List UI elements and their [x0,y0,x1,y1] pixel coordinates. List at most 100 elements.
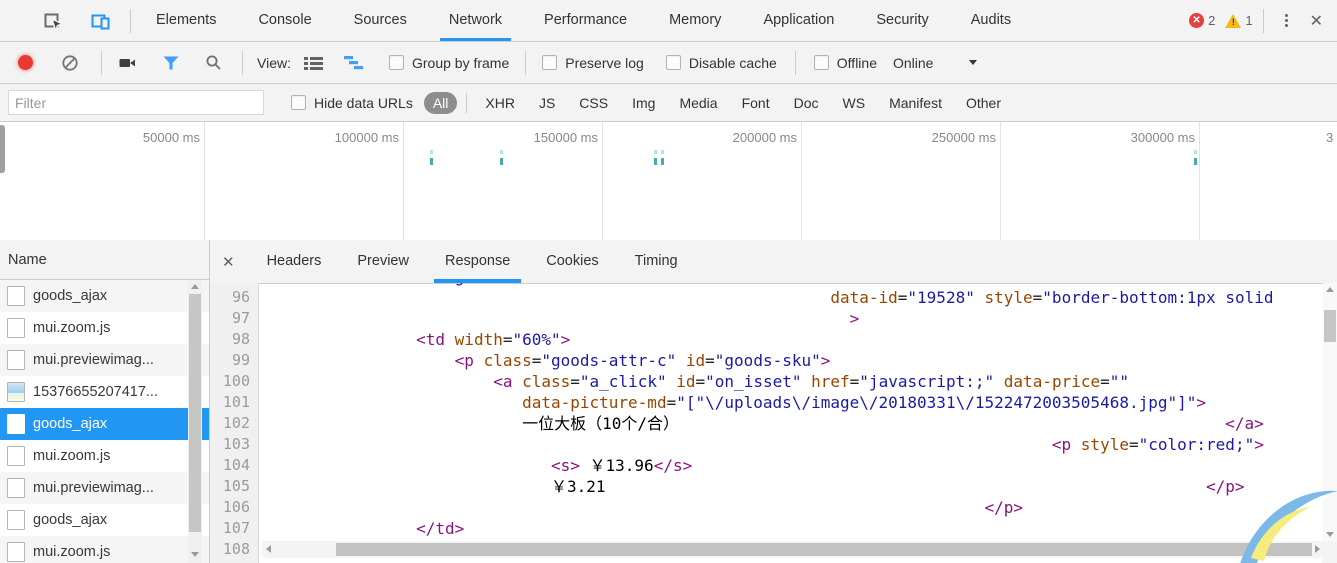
request-row[interactable]: mui.zoom.js [0,536,209,563]
timeline-tick-label: 200000 ms [687,130,797,145]
capture-screenshots-icon[interactable] [112,48,142,78]
request-row[interactable]: mui.previewimag... [0,344,209,376]
request-mark[interactable] [430,150,433,154]
code-token: data-id [830,288,897,307]
overview-scroll-handle[interactable] [0,125,5,173]
request-mark[interactable] [500,158,503,165]
filter-pill-other[interactable]: Other [957,92,1010,114]
inspect-element-icon[interactable] [38,6,68,36]
code-line: 98<td width="60%"> [210,329,1337,350]
network-overview[interactable]: 50000 ms100000 ms150000 ms200000 ms25000… [0,122,1337,241]
tab-network[interactable]: Network [444,0,507,41]
code-horizontal-scrollbar[interactable] [262,541,1322,558]
tab-elements[interactable]: Elements [151,0,221,41]
request-row[interactable]: 15376655207417... [0,376,209,408]
warning-count[interactable]: 1 [1245,13,1252,28]
clear-icon[interactable] [55,48,85,78]
request-row[interactable]: mui.zoom.js [0,440,209,472]
detail-tab-cookies[interactable]: Cookies [540,240,604,283]
tab-sources[interactable]: Sources [349,0,412,41]
line-number: 101 [210,392,250,413]
tab-memory[interactable]: Memory [664,0,726,41]
tab-application[interactable]: Application [758,0,839,41]
request-name: goods_ajax [33,416,107,432]
record-button[interactable] [18,55,33,70]
filter-pill-manifest[interactable]: Manifest [880,92,951,114]
filter-pill-media[interactable]: Media [670,92,726,114]
request-row[interactable]: mui.previewimag... [0,472,209,504]
offline-checkbox[interactable] [814,55,829,70]
name-column-header[interactable]: Name [0,240,209,280]
code-token: > [1196,393,1206,412]
waterfall-overview-icon[interactable] [339,48,369,78]
tab-console[interactable]: Console [253,0,316,41]
detail-tab-timing[interactable]: Timing [629,240,684,283]
request-row[interactable]: goods_ajax [0,504,209,536]
code-token: id [686,351,705,370]
filter-pill-font[interactable]: Font [733,92,779,114]
code-token: > [561,330,571,349]
filter-pill-css[interactable]: CSS [570,92,617,114]
filter-pill-img[interactable]: Img [623,92,664,114]
tab-performance[interactable]: Performance [539,0,632,41]
code-token [445,330,455,349]
throttling-caret-icon[interactable] [969,60,977,65]
close-devtools-icon[interactable]: ✕ [1310,11,1323,31]
code-token: = [696,372,706,391]
request-mark[interactable] [654,150,657,154]
separator [242,51,243,75]
detail-tab-response[interactable]: Response [439,240,516,283]
line-number: 100 [210,371,250,392]
detail-tab-preview[interactable]: Preview [351,240,415,283]
scroll-up-icon[interactable] [191,284,199,289]
request-row[interactable]: goods_ajax [0,280,209,312]
request-row[interactable]: goods_ajax [0,408,209,440]
group-by-frame-checkbox[interactable] [389,55,404,70]
request-mark[interactable] [661,158,664,165]
filter-icon[interactable] [156,48,186,78]
tab-security[interactable]: Security [871,0,933,41]
main-toolbar: Elements Console Sources Network Performance… [0,0,1337,42]
filter-pill-all[interactable]: All [424,92,458,114]
scroll-down-icon[interactable] [191,552,199,557]
preserve-log-checkbox[interactable] [542,55,557,70]
filter-pill-doc[interactable]: Doc [785,92,828,114]
error-count[interactable]: 2 [1208,13,1215,28]
scroll-thumb[interactable] [189,294,201,532]
detail-tab-headers[interactable]: Headers [261,240,328,283]
large-rows-icon[interactable] [299,48,329,78]
request-row[interactable]: mui.zoom.js [0,312,209,344]
disable-cache-checkbox[interactable] [666,55,681,70]
scroll-down-icon[interactable] [1326,532,1334,537]
code-token: > [1254,435,1264,454]
filter-pill-ws[interactable]: WS [834,92,875,114]
request-mark[interactable] [1194,158,1197,165]
scroll-thumb[interactable] [336,543,1312,556]
device-toolbar-icon[interactable] [86,6,116,36]
request-list-scrollbar[interactable] [188,280,202,563]
request-mark[interactable] [1194,150,1197,154]
scroll-thumb[interactable] [1324,310,1336,342]
kebab-menu-icon[interactable] [1272,6,1302,36]
hide-data-urls-checkbox[interactable] [291,95,306,110]
tab-audits[interactable]: Audits [966,0,1016,41]
filter-pill-js[interactable]: JS [530,92,564,114]
error-count-icon[interactable]: ✕ [1189,13,1204,28]
scroll-left-icon[interactable] [266,545,271,553]
warning-count-icon[interactable]: ! [1225,14,1241,28]
filter-pill-xhr[interactable]: XHR [476,92,524,114]
code-line: 100<a class="a_click" id="on_isset" href… [210,371,1337,392]
code-segment: data-id="19528" style="border-bottom:1px… [830,287,1273,308]
request-mark[interactable] [500,150,503,154]
close-detail-icon[interactable]: ✕ [222,253,235,271]
throttling-select[interactable]: Online [893,55,933,71]
code-token: style [1081,435,1129,454]
scroll-up-icon[interactable] [1326,287,1334,292]
code-vertical-scrollbar[interactable] [1323,283,1337,541]
request-mark[interactable] [654,158,657,165]
scroll-right-icon[interactable] [1315,545,1320,553]
request-mark[interactable] [661,150,664,154]
request-mark[interactable] [430,158,433,165]
search-icon[interactable] [198,48,228,78]
filter-input[interactable] [8,90,264,115]
